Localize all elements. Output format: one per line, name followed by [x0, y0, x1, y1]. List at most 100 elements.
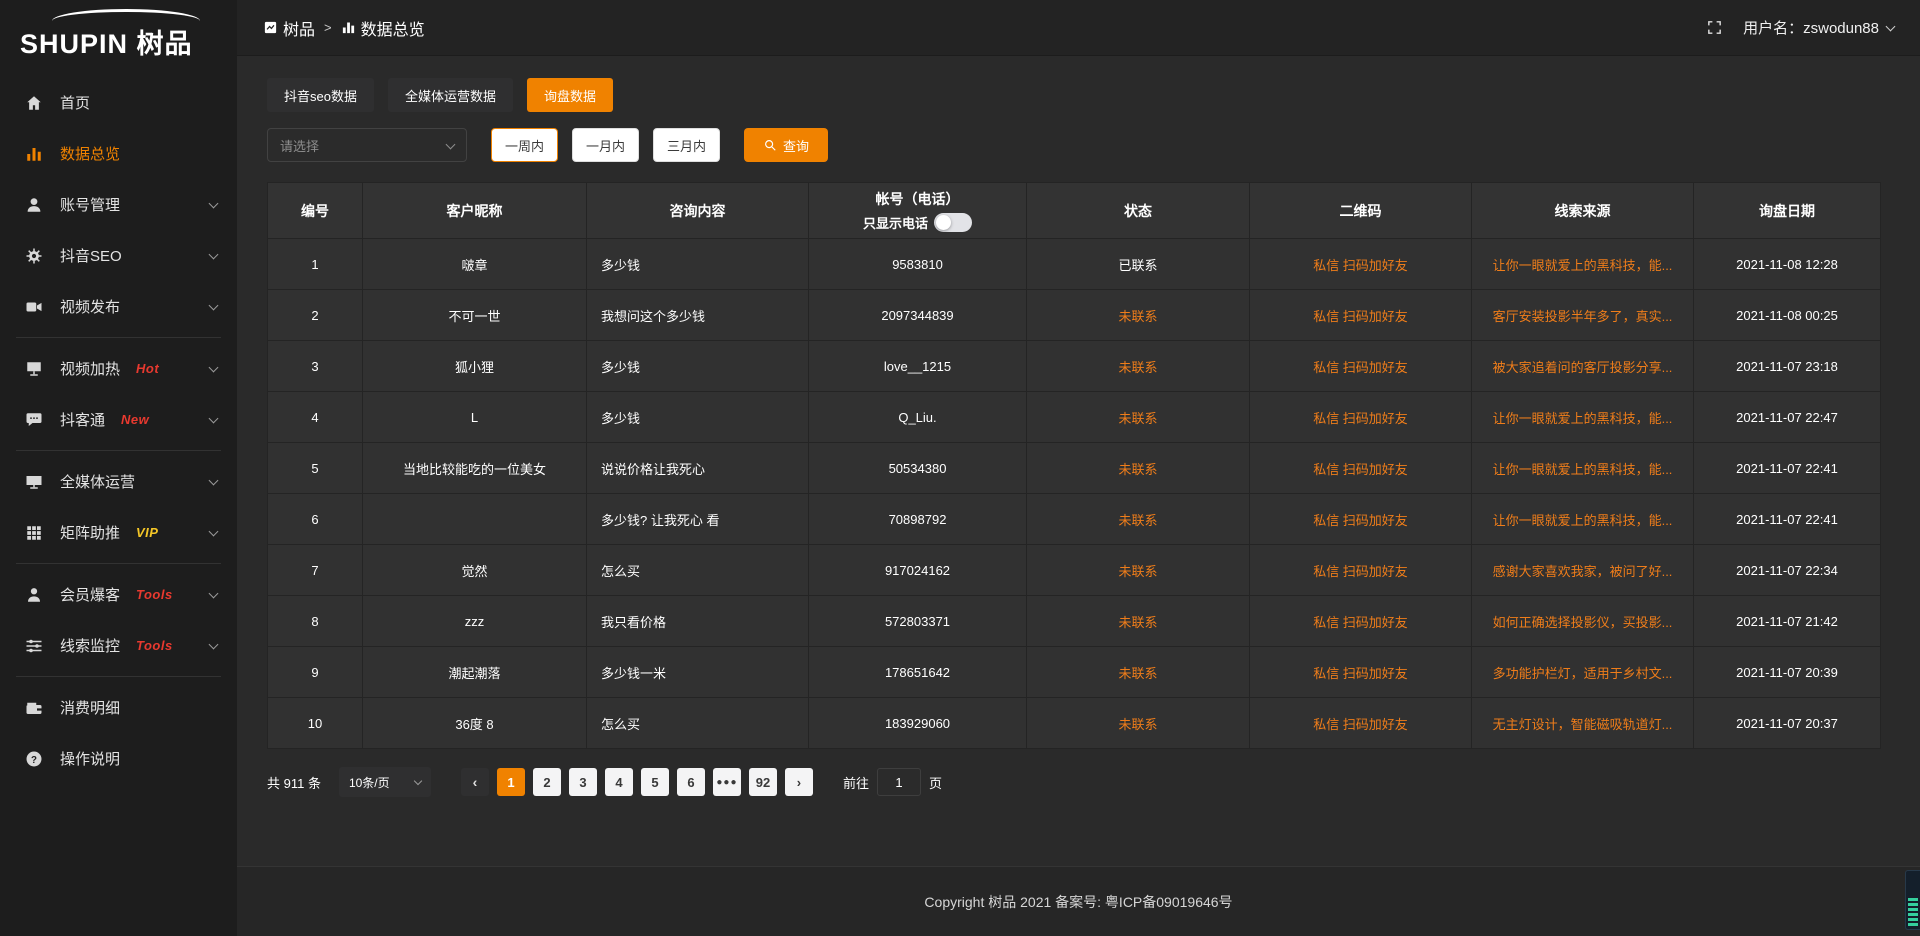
breadcrumb-home[interactable]: 树品: [263, 16, 315, 40]
cell-status: 未联系: [1027, 341, 1250, 392]
sidebar-item-douketong[interactable]: 抖客通New: [0, 394, 237, 445]
qrcode-link[interactable]: 私信 扫码加好友: [1313, 411, 1408, 426]
cell-source: 被大家追着问的客厅投影分享...: [1472, 341, 1694, 392]
source-link[interactable]: 多功能护栏灯，适用于乡村文...: [1493, 666, 1673, 681]
cell-date: 2021-11-07 23:18: [1694, 341, 1881, 392]
overlay-widget: [1905, 870, 1920, 930]
page-button-1[interactable]: 1: [497, 768, 525, 796]
page-button-2[interactable]: 2: [533, 768, 561, 796]
cell-content: 我只看价格: [587, 596, 809, 647]
cell-id: 1: [268, 239, 363, 290]
breadcrumb-current[interactable]: 数据总览: [341, 16, 425, 40]
chevron-down-icon: [414, 777, 422, 785]
cell-id: 3: [268, 341, 363, 392]
qrcode-link[interactable]: 私信 扫码加好友: [1313, 513, 1408, 528]
cell-content: 怎么买: [587, 698, 809, 749]
sidebar: SHUPIN 树品 首页数据总览账号管理抖音SEO视频发布视频加热Hot抖客通N…: [0, 0, 237, 936]
range-button-month[interactable]: 一月内: [572, 128, 639, 162]
col-id: 编号: [268, 183, 363, 239]
cell-nickname: [363, 494, 587, 545]
chevron-down-icon: [209, 300, 219, 310]
badge-new: New: [121, 412, 149, 427]
qrcode-link[interactable]: 私信 扫码加好友: [1313, 564, 1408, 579]
range-button-week[interactable]: 一周内: [491, 128, 558, 162]
sidebar-item-member[interactable]: 会员爆客Tools: [0, 569, 237, 620]
source-link[interactable]: 无主灯设计，智能磁吸轨道灯...: [1493, 717, 1673, 732]
gear-icon: [25, 247, 45, 265]
fullscreen-button[interactable]: [1706, 19, 1723, 36]
cell-source: 无主灯设计，智能磁吸轨道灯...: [1472, 698, 1694, 749]
cell-content: 多少钱? 让我死心 看: [587, 494, 809, 545]
cell-account: 917024162: [809, 545, 1027, 596]
status-badge: 未联系: [1118, 615, 1157, 630]
source-link[interactable]: 让你一眼就爱上的黑科技，能...: [1493, 258, 1673, 273]
table-row: 5当地比较能吃的一位美女说说价格让我死心50534380未联系私信 扫码加好友让…: [268, 443, 1881, 494]
table-row: 1036度 8怎么买183929060未联系私信 扫码加好友无主灯设计，智能磁吸…: [268, 698, 1881, 749]
cell-nickname: 当地比较能吃的一位美女: [363, 443, 587, 494]
sidebar-item-heat[interactable]: 视频加热Hot: [0, 343, 237, 394]
qrcode-link[interactable]: 私信 扫码加好友: [1313, 666, 1408, 681]
sidebar-item-seo[interactable]: 抖音SEO: [0, 230, 237, 281]
filter-select-placeholder: 请选择: [280, 136, 319, 155]
total-count-label: 共 911 条: [267, 773, 321, 792]
monitor-icon: [25, 473, 45, 491]
source-link[interactable]: 让你一眼就爱上的黑科技，能...: [1493, 411, 1673, 426]
tab-media-data[interactable]: 全媒体运营数据: [388, 78, 513, 112]
source-link[interactable]: 让你一眼就爱上的黑科技，能...: [1493, 513, 1673, 528]
cell-qrcode: 私信 扫码加好友: [1250, 341, 1472, 392]
chevron-down-icon: [209, 588, 219, 598]
source-link[interactable]: 感谢大家喜欢我家，被问了好...: [1493, 564, 1673, 579]
goto-page-input[interactable]: [877, 768, 921, 796]
qrcode-link[interactable]: 私信 扫码加好友: [1313, 309, 1408, 324]
sidebar-item-account[interactable]: 账号管理: [0, 179, 237, 230]
sidebar-item-home[interactable]: 首页: [0, 77, 237, 128]
username-label: 用户名：zswodun88: [1743, 17, 1879, 38]
sidebar-item-matrix[interactable]: 矩阵助推VIP: [0, 507, 237, 558]
qrcode-link[interactable]: 私信 扫码加好友: [1313, 717, 1408, 732]
sidebar-item-label: 抖音SEO: [60, 245, 122, 266]
status-badge: 未联系: [1118, 462, 1157, 477]
cell-content: 多少钱一米: [587, 647, 809, 698]
sidebar-item-label: 账号管理: [60, 194, 120, 215]
sidebar-item-overview[interactable]: 数据总览: [0, 128, 237, 179]
page-button-4[interactable]: 4: [605, 768, 633, 796]
cell-date: 2021-11-07 20:39: [1694, 647, 1881, 698]
main-content: 抖音seo数据全媒体运营数据询盘数据 请选择 一周内一月内三月内 查询 编号客户…: [237, 56, 1920, 936]
phone-only-toggle[interactable]: [934, 213, 972, 232]
status-badge: 未联系: [1118, 360, 1157, 375]
cell-date: 2021-11-07 21:42: [1694, 596, 1881, 647]
qrcode-link[interactable]: 私信 扫码加好友: [1313, 462, 1408, 477]
search-button[interactable]: 查询: [744, 128, 828, 162]
filter-select[interactable]: 请选择: [267, 128, 467, 162]
source-link[interactable]: 如何正确选择投影仪，买投影...: [1493, 615, 1673, 630]
source-link[interactable]: 让你一眼就爱上的黑科技，能...: [1493, 462, 1673, 477]
sidebar-item-help[interactable]: 操作说明: [0, 733, 237, 784]
source-link[interactable]: 被大家追着问的客厅投影分享...: [1493, 360, 1673, 375]
cell-account: 178651642: [809, 647, 1027, 698]
source-link[interactable]: 客厅安装投影半年多了，真实...: [1493, 309, 1673, 324]
sidebar-item-media[interactable]: 全媒体运营: [0, 456, 237, 507]
prev-page-button[interactable]: ‹: [461, 768, 489, 796]
range-button-quarter[interactable]: 三月内: [653, 128, 720, 162]
qrcode-link[interactable]: 私信 扫码加好友: [1313, 615, 1408, 630]
sidebar-item-expense[interactable]: 消费明细: [0, 682, 237, 733]
page-button-92[interactable]: 92: [749, 768, 777, 796]
cell-nickname: 潮起潮落: [363, 647, 587, 698]
qrcode-link[interactable]: 私信 扫码加好友: [1313, 258, 1408, 273]
qrcode-link[interactable]: 私信 扫码加好友: [1313, 360, 1408, 375]
more-pages-button[interactable]: ●●●: [713, 768, 741, 796]
page-size-select[interactable]: 10条/页: [339, 767, 431, 797]
page-button-3[interactable]: 3: [569, 768, 597, 796]
user-menu[interactable]: 用户名：zswodun88: [1743, 17, 1894, 38]
page-button-6[interactable]: 6: [677, 768, 705, 796]
cell-nickname: zzz: [363, 596, 587, 647]
cell-status: 未联系: [1027, 290, 1250, 341]
next-page-button[interactable]: ›: [785, 768, 813, 796]
tab-douyin-seo[interactable]: 抖音seo数据: [267, 78, 374, 112]
sidebar-item-publish[interactable]: 视频发布: [0, 281, 237, 332]
sidebar-item-clue[interactable]: 线索监控Tools: [0, 620, 237, 671]
tab-inquiry[interactable]: 询盘数据: [527, 78, 613, 112]
divider: [16, 563, 221, 564]
table-row: 4L多少钱Q_Liu.未联系私信 扫码加好友让你一眼就爱上的黑科技，能...20…: [268, 392, 1881, 443]
page-button-5[interactable]: 5: [641, 768, 669, 796]
